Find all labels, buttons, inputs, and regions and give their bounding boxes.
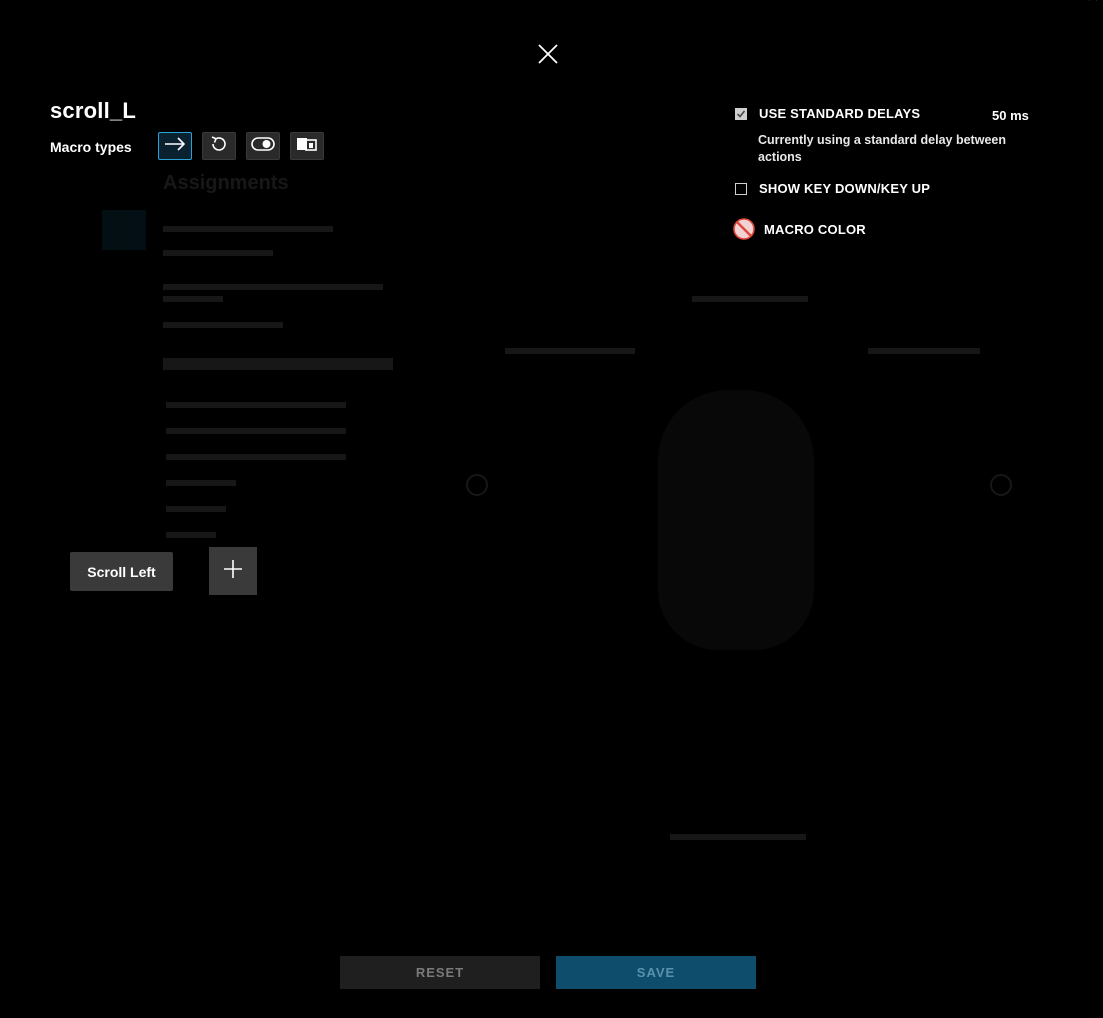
sequence-icon (296, 136, 318, 157)
maximize-icon[interactable] (1056, 0, 1068, 6)
reset-button[interactable]: RESET (340, 956, 540, 989)
background-text-line (163, 284, 383, 290)
repeat-icon (209, 134, 229, 159)
macro-types-label: Macro types (50, 139, 132, 155)
use-standard-delays-row: USE STANDARD DELAYS (735, 106, 920, 121)
background-callout (505, 348, 635, 354)
background-sidebar-highlight (102, 210, 146, 250)
standard-delay-note: Currently using a standard delay between… (758, 133, 1006, 164)
macro-color-row: MACRO COLOR (733, 218, 866, 240)
save-button[interactable]: SAVE (556, 956, 756, 989)
checkmark-icon (736, 109, 746, 118)
add-step-button[interactable] (209, 547, 257, 595)
background-list-item (166, 532, 216, 538)
background-button (163, 358, 393, 370)
background-list-item (166, 402, 346, 408)
background-nav-left-icon (466, 474, 488, 496)
use-standard-delays-label: USE STANDARD DELAYS (759, 106, 921, 121)
background-list-item (166, 428, 346, 434)
macro-type-no-repeat-button[interactable] (158, 132, 192, 160)
no-color-icon[interactable] (733, 218, 755, 240)
background-text-line (163, 322, 283, 328)
background-list-item (166, 506, 226, 512)
macro-type-repeat-button[interactable] (202, 132, 236, 160)
background-text-line (163, 296, 223, 302)
macro-name-title[interactable]: scroll_L (50, 98, 136, 124)
macro-color-label: MACRO COLOR (764, 221, 866, 237)
background-callout (692, 296, 808, 302)
standard-delay-value[interactable]: 50 ms (992, 108, 1029, 123)
toggle-icon (251, 136, 275, 156)
macro-step-chip[interactable]: Scroll Left (70, 552, 173, 591)
show-key-down-up-label: SHOW KEY DOWN/KEY UP (759, 181, 931, 196)
background-text-line (163, 226, 333, 232)
minimize-icon[interactable] (1024, 0, 1036, 6)
background-panel-title: Assignments (163, 172, 289, 194)
background-text-line (163, 250, 273, 256)
show-key-down-up-checkbox[interactable] (735, 182, 747, 195)
background-toggle-row (670, 834, 806, 840)
background-callout (868, 348, 980, 354)
close-icon[interactable] (536, 42, 560, 66)
arrow-right-icon (164, 136, 186, 156)
use-standard-delays-checkbox[interactable] (735, 107, 747, 120)
plus-icon (222, 558, 244, 585)
macro-type-sequence-button[interactable] (290, 132, 324, 160)
background-nav-right-icon (990, 474, 1012, 496)
show-key-down-up-row: SHOW KEY DOWN/KEY UP (735, 181, 930, 196)
window-close-icon[interactable] (1088, 0, 1100, 6)
background-list-item (166, 480, 236, 486)
background-mouse-image (658, 390, 814, 650)
macro-editor-overlay: Assignments scroll_L Macro types USE STA… (0, 0, 1103, 1018)
macro-type-toggle-button[interactable] (246, 132, 280, 160)
background-list-item (166, 454, 346, 460)
